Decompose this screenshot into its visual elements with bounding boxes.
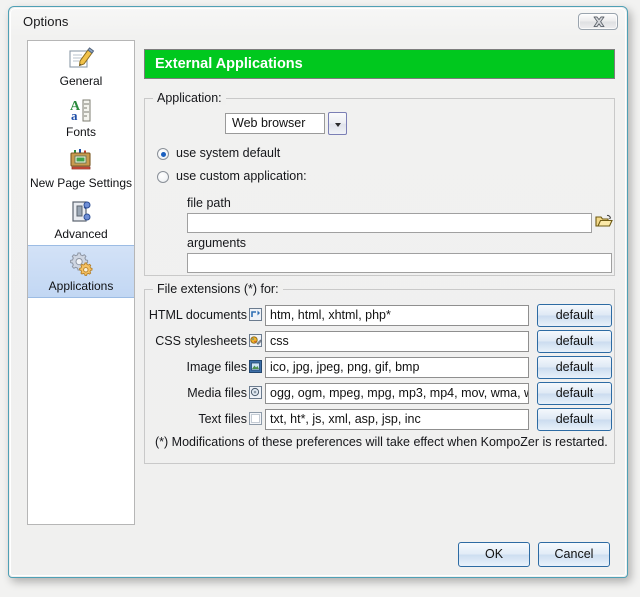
dialog-inner-frame: Options General A a Fonts New Page Setti… <box>10 8 626 576</box>
extension-default-label: default <box>555 308 594 322</box>
extension-value: htm, html, xhtml, php* <box>270 308 391 322</box>
extension-default-label: default <box>555 412 594 426</box>
extension-value: ico, jpg, jpeg, png, gif, bmp <box>270 360 420 374</box>
arguments-label: arguments <box>187 236 247 250</box>
application-select-value: Web browser <box>232 116 306 130</box>
sidebar-item-fonts[interactable]: A a Fonts <box>28 92 134 143</box>
sidebar-item-label: General <box>59 74 103 88</box>
page-title: External Applications <box>155 56 303 72</box>
extension-value: ogg, ogm, mpeg, mpg, mp3, mp4, mov, wma,… <box>270 386 529 400</box>
open-folder-icon[interactable] <box>595 213 613 231</box>
radio-indicator <box>157 171 169 183</box>
extension-default-label: default <box>555 360 594 374</box>
extension-input[interactable]: ico, jpg, jpeg, png, gif, bmp <box>265 357 529 378</box>
extensions-note: (*) Modifications of these preferences w… <box>155 435 608 449</box>
close-icon <box>593 16 605 28</box>
file-extensions-group: File extensions (*) for: HTML documents … <box>144 282 616 464</box>
application-group: Application: Application: Web browser us… <box>144 91 615 276</box>
extension-default-button[interactable]: default <box>537 408 612 431</box>
file-path-label: file path <box>187 196 231 210</box>
gears-icon <box>28 250 134 278</box>
pencil-notepad-icon <box>28 45 134 73</box>
arguments-input[interactable] <box>187 253 612 273</box>
ok-button[interactable]: OK <box>458 542 530 567</box>
ok-button-label: OK <box>484 547 504 561</box>
extension-label: CSS stylesheets <box>155 334 247 348</box>
extension-default-label: default <box>555 386 594 400</box>
application-select[interactable]: Web browser <box>225 113 325 134</box>
sidebar-item-label: Applications <box>48 279 114 293</box>
extension-row-media: Media files ogg, ogm, mpeg, mpg, mp3, mp… <box>145 382 616 406</box>
sidebar-item-label: New Page Settings <box>29 176 133 190</box>
desktop-background: Options General A a Fonts New Page Setti… <box>0 0 640 597</box>
window-title: Options <box>23 14 69 29</box>
extension-default-button[interactable]: default <box>537 304 612 327</box>
font-letters-icon: A a <box>28 96 134 124</box>
settings-category-list[interactable]: General A a Fonts New Page Settings Adva… <box>27 40 135 525</box>
close-button[interactable] <box>578 13 618 30</box>
cancel-button-label: Cancel <box>554 547 594 561</box>
sidebar-item-advanced[interactable]: Advanced <box>28 194 134 245</box>
media-file-icon <box>249 386 262 399</box>
html-document-icon <box>249 308 262 321</box>
extension-default-button[interactable]: default <box>537 356 612 379</box>
radio-label: use custom application: <box>176 169 307 183</box>
extension-default-button[interactable]: default <box>537 382 612 405</box>
extension-label: Text files <box>198 412 247 426</box>
sidebar-item-applications[interactable]: Applications <box>28 245 134 298</box>
extension-input[interactable]: css <box>265 331 529 352</box>
page-title-banner: External Applications <box>144 49 615 79</box>
extension-input[interactable]: txt, ht*, js, xml, asp, jsp, inc <box>265 409 529 430</box>
extension-value: txt, ht*, js, xml, asp, jsp, inc <box>270 412 421 426</box>
extension-value: css <box>270 334 289 348</box>
new-page-icon <box>28 147 134 175</box>
extension-input[interactable]: ogg, ogm, mpeg, mpg, mp3, mp4, mov, wma,… <box>265 383 529 404</box>
file-extensions-group-legend: File extensions (*) for: <box>153 282 283 296</box>
options-dialog: Options General A a Fonts New Page Setti… <box>8 6 628 578</box>
extension-row-text: Text files txt, ht*, js, xml, asp, jsp, … <box>145 408 616 432</box>
extension-label: HTML documents <box>148 308 247 322</box>
sidebar-item-label: Advanced <box>54 227 108 241</box>
switch-plug-icon <box>28 198 134 226</box>
extension-row-html: HTML documents htm, html, xhtml, php* de… <box>145 304 616 328</box>
settings-content-pane: External Applications Application: Appli… <box>144 40 615 464</box>
extension-label: Image files <box>186 360 247 374</box>
extension-default-button[interactable]: default <box>537 330 612 353</box>
svg-text:a: a <box>71 108 78 123</box>
extension-input[interactable]: htm, html, xhtml, php* <box>265 305 529 326</box>
sidebar-item-label: Fonts <box>65 125 96 139</box>
application-select-arrow-button[interactable] <box>328 112 347 135</box>
sidebar-item-general[interactable]: General <box>28 41 134 92</box>
extension-default-label: default <box>555 334 594 348</box>
radio-indicator <box>157 148 169 160</box>
text-file-icon <box>249 412 262 425</box>
application-group-legend: Application: <box>153 91 226 105</box>
cancel-button[interactable]: Cancel <box>538 542 610 567</box>
css-stylesheet-icon <box>249 334 262 347</box>
extension-row-image: Image files ico, jpg, jpeg, png, gif, bm… <box>145 356 616 380</box>
extension-label: Media files <box>187 386 247 400</box>
chevron-down-icon <box>335 123 341 127</box>
file-path-input[interactable] <box>187 213 592 233</box>
title-bar: Options <box>11 9 625 37</box>
sidebar-item-new-page-settings[interactable]: New Page Settings <box>28 143 134 194</box>
radio-label: use system default <box>176 146 281 160</box>
image-file-icon <box>249 360 262 373</box>
extension-row-css: CSS stylesheets css default <box>145 330 616 354</box>
